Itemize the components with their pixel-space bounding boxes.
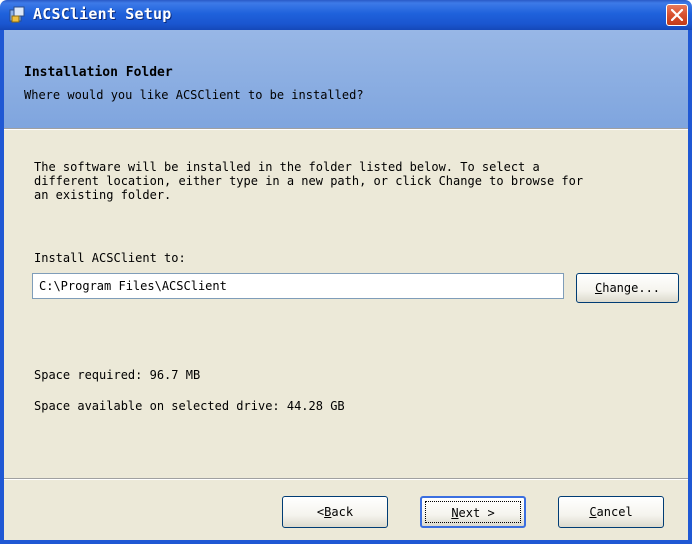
dialog-body: Installation Folder Where would you like… — [0, 30, 692, 544]
close-button[interactable] — [666, 4, 688, 26]
page-subtitle: Where would you like ACSClient to be ins… — [24, 88, 364, 102]
header-banner: Installation Folder Where would you like… — [4, 30, 688, 128]
back-button[interactable]: < Back — [282, 496, 388, 528]
cancel-button[interactable]: Cancel — [558, 496, 664, 528]
setup-window: ACSClient Setup Installation Folder Wher… — [0, 0, 692, 544]
space-available-text: Space available on selected drive: 44.28… — [34, 399, 345, 413]
description-text: The software will be installed in the fo… — [34, 160, 584, 202]
focus-rectangle — [425, 501, 521, 523]
change-button[interactable]: Change... — [576, 273, 679, 303]
page-title: Installation Folder — [24, 65, 173, 80]
header-divider — [4, 128, 688, 130]
space-required-text: Space required: 96.7 MB — [34, 368, 201, 382]
installer-icon — [9, 6, 25, 23]
cancel-button-label: Cancel — [589, 505, 633, 519]
install-path-input[interactable] — [32, 273, 564, 299]
change-button-label: Change... — [594, 281, 661, 295]
back-button-label: < Back — [316, 505, 354, 519]
window-title: ACSClient Setup — [33, 5, 172, 23]
close-icon — [671, 9, 683, 21]
install-location-label: Install ACSClient to: — [34, 251, 186, 265]
next-button[interactable]: Next > — [420, 496, 526, 528]
footer-divider — [4, 478, 688, 480]
title-bar[interactable]: ACSClient Setup — [0, 0, 692, 30]
